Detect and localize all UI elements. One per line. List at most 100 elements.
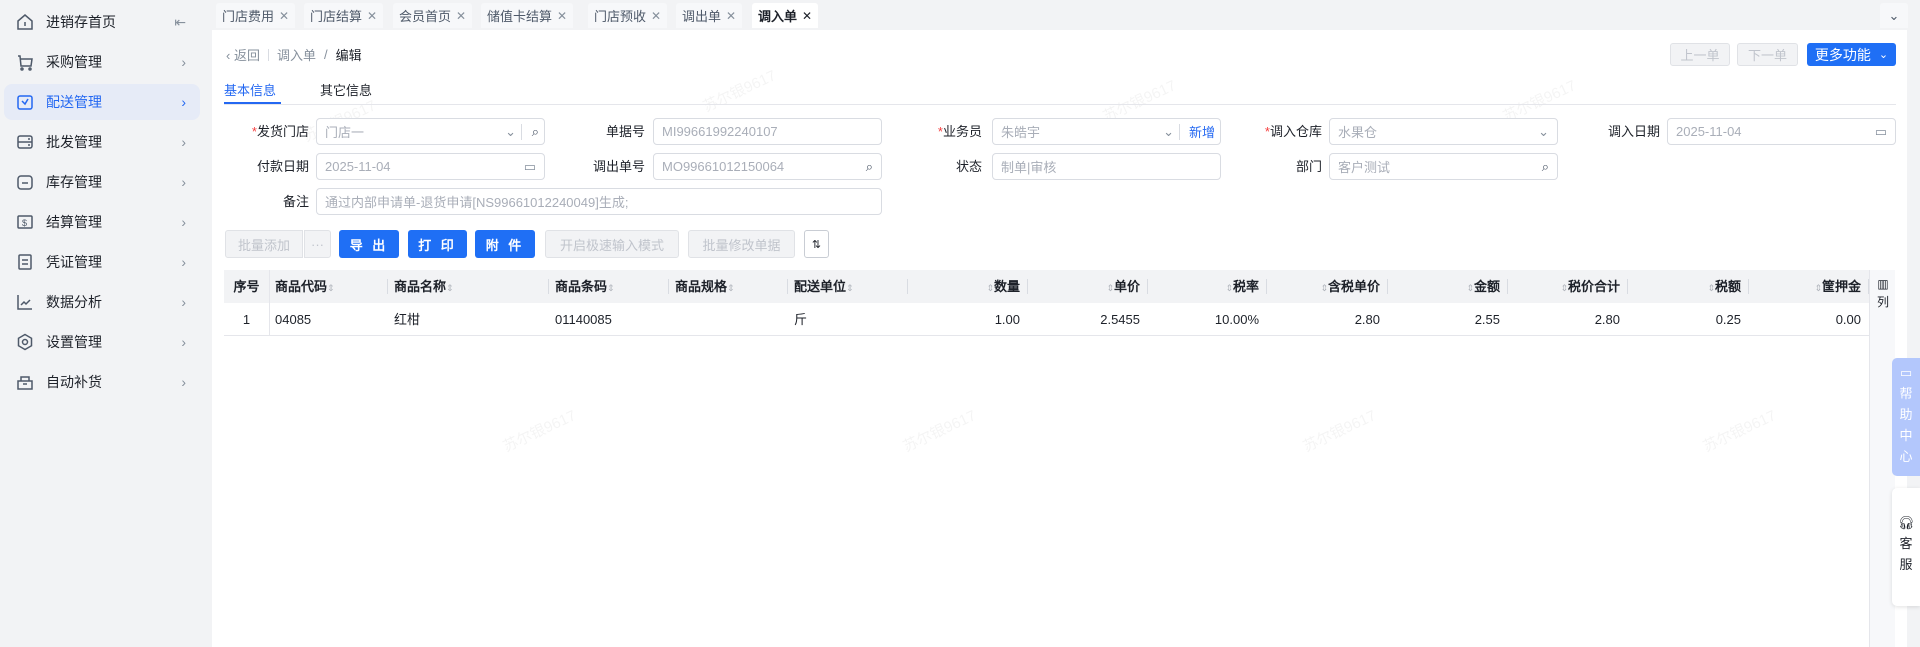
column-header[interactable]: 配送单位⇕ xyxy=(794,270,900,303)
column-resize-handle[interactable] xyxy=(1748,279,1749,294)
collapse-sidebar-icon[interactable]: ⇤ xyxy=(174,14,186,31)
column-resize-handle[interactable] xyxy=(668,279,669,294)
column-header[interactable]: ⇕税额 xyxy=(1634,270,1741,303)
tab-store-prepay[interactable]: 门店预收 ✕ xyxy=(588,3,668,28)
breadcrumb-parent[interactable]: 调入单 xyxy=(277,45,316,64)
column-header[interactable]: 商品条码⇕ xyxy=(555,270,661,303)
fast-input-mode-button[interactable]: 开启极速输入模式 xyxy=(545,230,679,258)
close-icon[interactable]: ✕ xyxy=(802,9,812,23)
sort-settings-button[interactable]: ⇅ xyxy=(804,230,829,258)
close-icon[interactable]: ✕ xyxy=(367,9,377,23)
sidebar-item-analytics[interactable]: 数据分析 › xyxy=(4,284,200,320)
calendar-icon: ▭ xyxy=(1874,123,1887,139)
close-icon[interactable]: ✕ xyxy=(726,9,736,23)
sidebar-item-replenish[interactable]: 自动补货 › xyxy=(4,364,200,400)
sidebar-item-inventory[interactable]: 库存管理 › xyxy=(4,164,200,200)
column-resize-handle[interactable] xyxy=(1027,279,1028,294)
salesman-select[interactable]: 朱皓宇 ⌄ 新增 xyxy=(992,118,1221,145)
doc-no-field[interactable]: MI99661992240107 xyxy=(653,118,882,145)
close-icon[interactable]: ✕ xyxy=(557,9,567,23)
more-functions-button[interactable]: 更多功能 ⌄ xyxy=(1807,43,1896,66)
column-resize-handle[interactable] xyxy=(1266,279,1267,294)
sort-icon[interactable]: ⇕ xyxy=(1320,283,1328,293)
tab-member-home[interactable]: 会员首页 ✕ xyxy=(393,3,473,28)
column-header[interactable]: ⇕税率 xyxy=(1154,270,1259,303)
column-header[interactable]: 商品代码⇕ xyxy=(275,270,380,303)
column-settings-button[interactable]: ▥ 列 xyxy=(1875,275,1891,311)
search-icon[interactable]: ⌕ xyxy=(866,159,873,175)
sort-icon[interactable]: ⇕ xyxy=(986,283,994,293)
column-resize-handle[interactable] xyxy=(1147,279,1148,294)
column-resize-handle[interactable] xyxy=(907,279,908,294)
column-header[interactable]: ⇕数量 xyxy=(914,270,1020,303)
chevron-right-icon: › xyxy=(181,174,186,190)
back-link[interactable]: ‹ 返回 xyxy=(226,45,260,64)
sidebar-item-wholesale[interactable]: 批发管理 › xyxy=(4,124,200,160)
dept-field[interactable]: 客户测试 ⌕ xyxy=(1329,153,1558,180)
column-header[interactable]: 商品规格⇕ xyxy=(675,270,780,303)
sort-icon[interactable]: ⇕ xyxy=(446,283,454,293)
pay-date-picker[interactable]: 2025-11-04 ▭ xyxy=(316,153,545,180)
prev-doc-button[interactable]: 上一单 xyxy=(1670,43,1730,66)
tab-store-expense[interactable]: 门店费用 ✕ xyxy=(216,3,296,28)
next-doc-button[interactable]: 下一单 xyxy=(1737,43,1798,66)
tab-basic-info[interactable]: 基本信息 xyxy=(224,80,276,99)
column-header[interactable]: ⇕金额 xyxy=(1394,270,1500,303)
column-header[interactable]: ⇕筐押金 xyxy=(1755,270,1861,303)
sidebar-item-home[interactable]: 进销存首页 ⇤ xyxy=(4,4,200,40)
column-header[interactable]: 序号 xyxy=(224,270,269,303)
add-salesman-link[interactable]: 新增 xyxy=(1189,122,1215,141)
sort-icon[interactable]: ⇕ xyxy=(1225,283,1233,293)
out-no-field[interactable]: MO99661012150064 ⌕ xyxy=(653,153,882,180)
help-center-button[interactable]: ▭ 帮助中心 xyxy=(1892,358,1920,476)
tab-transfer-in[interactable]: 调入单 ✕ xyxy=(752,3,819,28)
tab-other-info[interactable]: 其它信息 xyxy=(320,80,372,99)
column-resize-handle[interactable] xyxy=(1387,279,1388,294)
in-date-picker[interactable]: 2025-11-04 ▭ xyxy=(1667,118,1896,145)
sort-icon[interactable]: ⇕ xyxy=(1560,283,1568,293)
sort-icon[interactable]: ⇕ xyxy=(846,283,854,293)
sort-icon[interactable]: ⇕ xyxy=(1106,283,1114,293)
sidebar-item-distribution[interactable]: 配送管理 › xyxy=(4,84,200,120)
tab-list-dropdown[interactable]: ⌄ xyxy=(1880,3,1908,28)
close-icon[interactable]: ✕ xyxy=(651,9,661,23)
sort-icon[interactable]: ⇕ xyxy=(1707,283,1715,293)
batch-add-button[interactable]: 批量添加 xyxy=(225,230,303,258)
close-icon[interactable]: ✕ xyxy=(456,9,466,23)
sort-icon[interactable]: ⇕ xyxy=(1814,283,1822,293)
in-warehouse-select[interactable]: 水果仓 ⌄ xyxy=(1329,118,1558,145)
print-button[interactable]: 打 印 xyxy=(408,230,467,258)
close-icon[interactable]: ✕ xyxy=(279,9,289,23)
sidebar-item-settlement[interactable]: $ 结算管理 › xyxy=(4,204,200,240)
column-resize-handle[interactable] xyxy=(387,279,388,294)
tab-transfer-out[interactable]: 调出单 ✕ xyxy=(676,3,743,28)
sort-icon[interactable]: ⇕ xyxy=(727,283,735,293)
sidebar-item-settings[interactable]: 设置管理 › xyxy=(4,324,200,360)
home-icon xyxy=(16,13,34,31)
export-button[interactable]: 导 出 xyxy=(339,230,399,258)
column-header[interactable]: 商品名称⇕ xyxy=(394,270,541,303)
sort-icon[interactable]: ⇕ xyxy=(327,283,335,293)
remark-field[interactable]: 通过内部申请单-退货申请[NS99661012240049]生成; xyxy=(316,188,882,215)
attachment-button[interactable]: 附 件 xyxy=(475,230,535,258)
column-resize-handle[interactable] xyxy=(1627,279,1628,294)
search-icon[interactable]: ⌕ xyxy=(1542,159,1549,175)
column-resize-handle[interactable] xyxy=(787,279,788,294)
batch-edit-button[interactable]: 批量修改单据 xyxy=(688,230,795,258)
sidebar-item-purchase[interactable]: 采购管理 › xyxy=(4,44,200,80)
column-resize-handle[interactable] xyxy=(548,279,549,294)
search-icon[interactable]: ⌕ xyxy=(532,124,539,140)
customer-service-button[interactable]: 🎧︎ 客服 xyxy=(1892,488,1920,606)
sort-icon[interactable]: ⇕ xyxy=(607,283,615,293)
ship-store-select[interactable]: 门店一 ⌄ ⌕ xyxy=(316,118,545,145)
sidebar-item-voucher[interactable]: 凭证管理 › xyxy=(4,244,200,280)
column-resize-handle[interactable] xyxy=(1868,279,1869,294)
tab-stored-card[interactable]: 储值卡结算 ✕ xyxy=(481,3,574,28)
column-header[interactable]: ⇕税价合计 xyxy=(1514,270,1620,303)
tab-store-settlement[interactable]: 门店结算 ✕ xyxy=(304,3,384,28)
batch-add-more-button[interactable]: ··· xyxy=(304,230,331,258)
column-header[interactable]: ⇕含税单价 xyxy=(1273,270,1380,303)
column-header[interactable]: ⇕单价 xyxy=(1034,270,1140,303)
column-resize-handle[interactable] xyxy=(1507,279,1508,294)
sort-icon[interactable]: ⇕ xyxy=(1466,283,1474,293)
